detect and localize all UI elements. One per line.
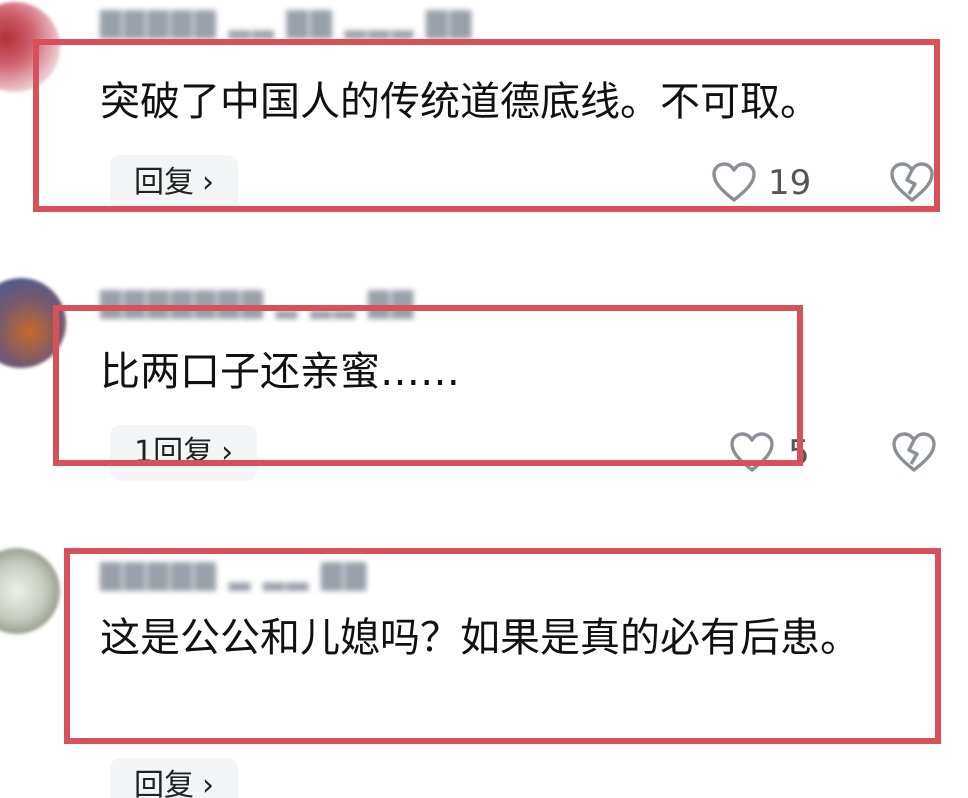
reply-button[interactable]: 1回复 › — [110, 425, 258, 481]
comment-text: 比两口子还亲蜜…… — [100, 349, 460, 395]
comment-meta-blurred: ▇▇▇▇▇ ▂ ▂▂ ▇▇ — [100, 558, 369, 591]
heart-outline-icon[interactable] — [728, 430, 776, 474]
comment-text: 这是公公和儿媳吗？如果是真的必有后患。 — [100, 615, 860, 661]
broken-heart-icon[interactable] — [890, 430, 938, 474]
reply-label: 1回复 — [134, 435, 214, 470]
reply-label: 回复 — [134, 165, 194, 200]
reply-label: 回复 — [134, 768, 194, 798]
like-count: 19 — [768, 163, 812, 203]
comment-list-screenshot: ▇▇▇▇▇ ▂▂ ▇▇ ▂▂▂ ▇▇ 突破了中国人的传统道德底线。不可取。 回复… — [0, 0, 968, 798]
reply-button[interactable]: 回复 › — [110, 155, 238, 211]
chevron-right-icon: › — [202, 768, 214, 798]
chevron-right-icon: › — [202, 165, 214, 200]
reply-button[interactable]: 回复 › — [110, 758, 238, 798]
avatar[interactable] — [0, 548, 60, 634]
broken-heart-icon[interactable] — [888, 160, 936, 204]
image-smudge — [862, 640, 898, 656]
comment-meta-blurred: ▇▇▇▇▇ ▂▂ ▇▇ ▂▂▂ ▇▇ — [100, 6, 474, 39]
avatar[interactable] — [0, 2, 60, 92]
heart-outline-icon[interactable] — [710, 160, 758, 204]
chevron-right-icon: › — [221, 435, 234, 470]
comment-text: 突破了中国人的传统道德底线。不可取。 — [100, 79, 820, 125]
comment-meta-blurred: ▇▇▇▇▇▇▇ ▂ ▂▂ ▇▇ — [100, 286, 416, 319]
like-count: 5 — [788, 433, 810, 473]
avatar[interactable] — [0, 278, 66, 368]
